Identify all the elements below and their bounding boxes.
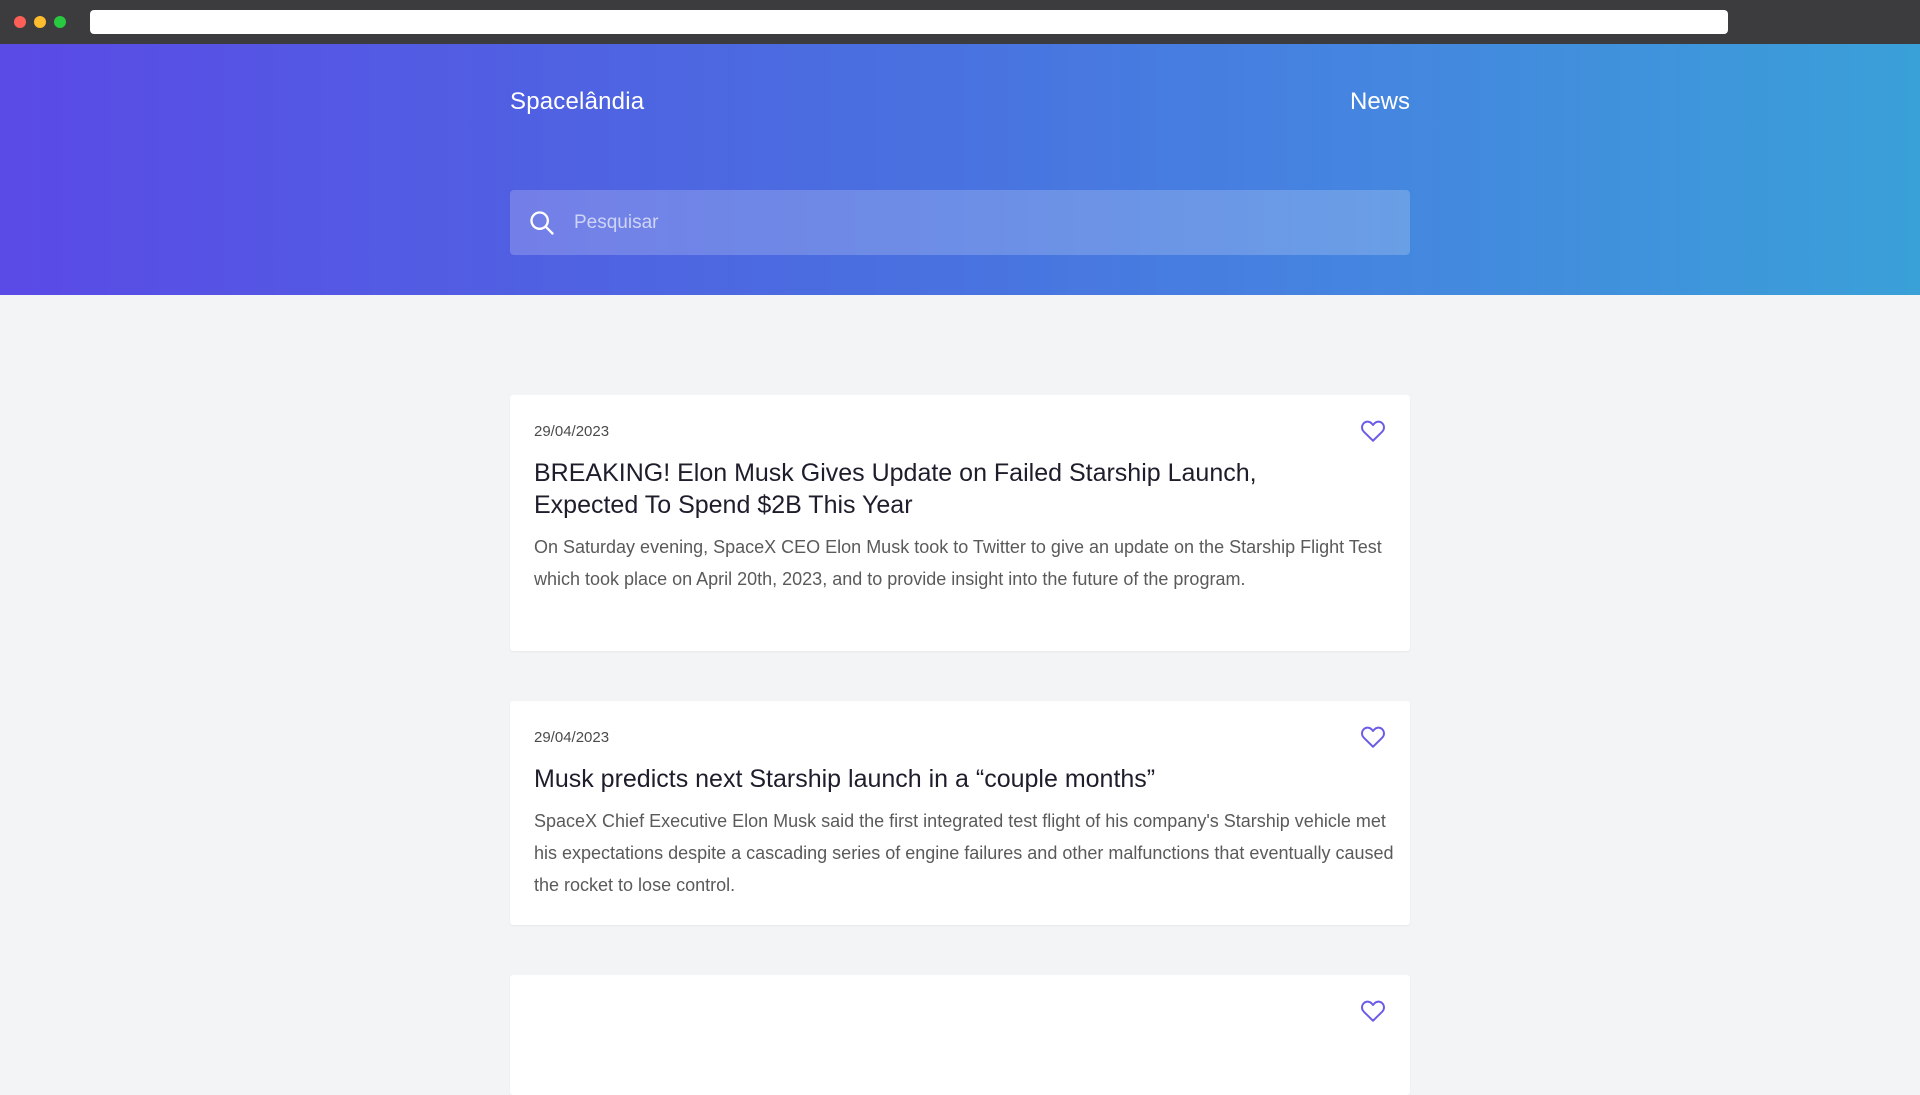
site-brand[interactable]: Spacelândia (510, 88, 644, 116)
nav-news-link[interactable]: News (1350, 88, 1410, 116)
news-card: 29/04/2023 BREAKING! Elon Musk Gives Upd… (510, 395, 1410, 651)
heart-icon[interactable] (1360, 419, 1386, 443)
news-card: 29/04/2023 Musk predicts next Starship l… (510, 701, 1410, 925)
news-summary: SpaceX Chief Executive Elon Musk said th… (534, 811, 1394, 895)
news-title[interactable]: BREAKING! Elon Musk Gives Update on Fail… (534, 457, 1354, 521)
heart-icon[interactable] (1360, 725, 1386, 749)
news-date: 29/04/2023 (534, 423, 610, 440)
close-window-button[interactable] (14, 16, 26, 28)
search-box[interactable] (510, 190, 1410, 255)
search-icon (530, 211, 554, 235)
minimize-window-button[interactable] (34, 16, 46, 28)
hero-header: Spacelândia News (0, 44, 1920, 295)
news-card-partial (510, 975, 1410, 1095)
news-title[interactable]: Musk predicts next Starship launch in a … (534, 763, 1354, 795)
heart-icon[interactable] (1360, 999, 1386, 1023)
browser-chrome (0, 0, 1920, 44)
address-bar[interactable] (90, 10, 1728, 34)
search-input[interactable] (572, 190, 1392, 255)
news-date: 29/04/2023 (534, 729, 610, 746)
news-summary: On Saturday evening, SpaceX CEO Elon Mus… (534, 537, 1382, 589)
maximize-window-button[interactable] (54, 16, 66, 28)
